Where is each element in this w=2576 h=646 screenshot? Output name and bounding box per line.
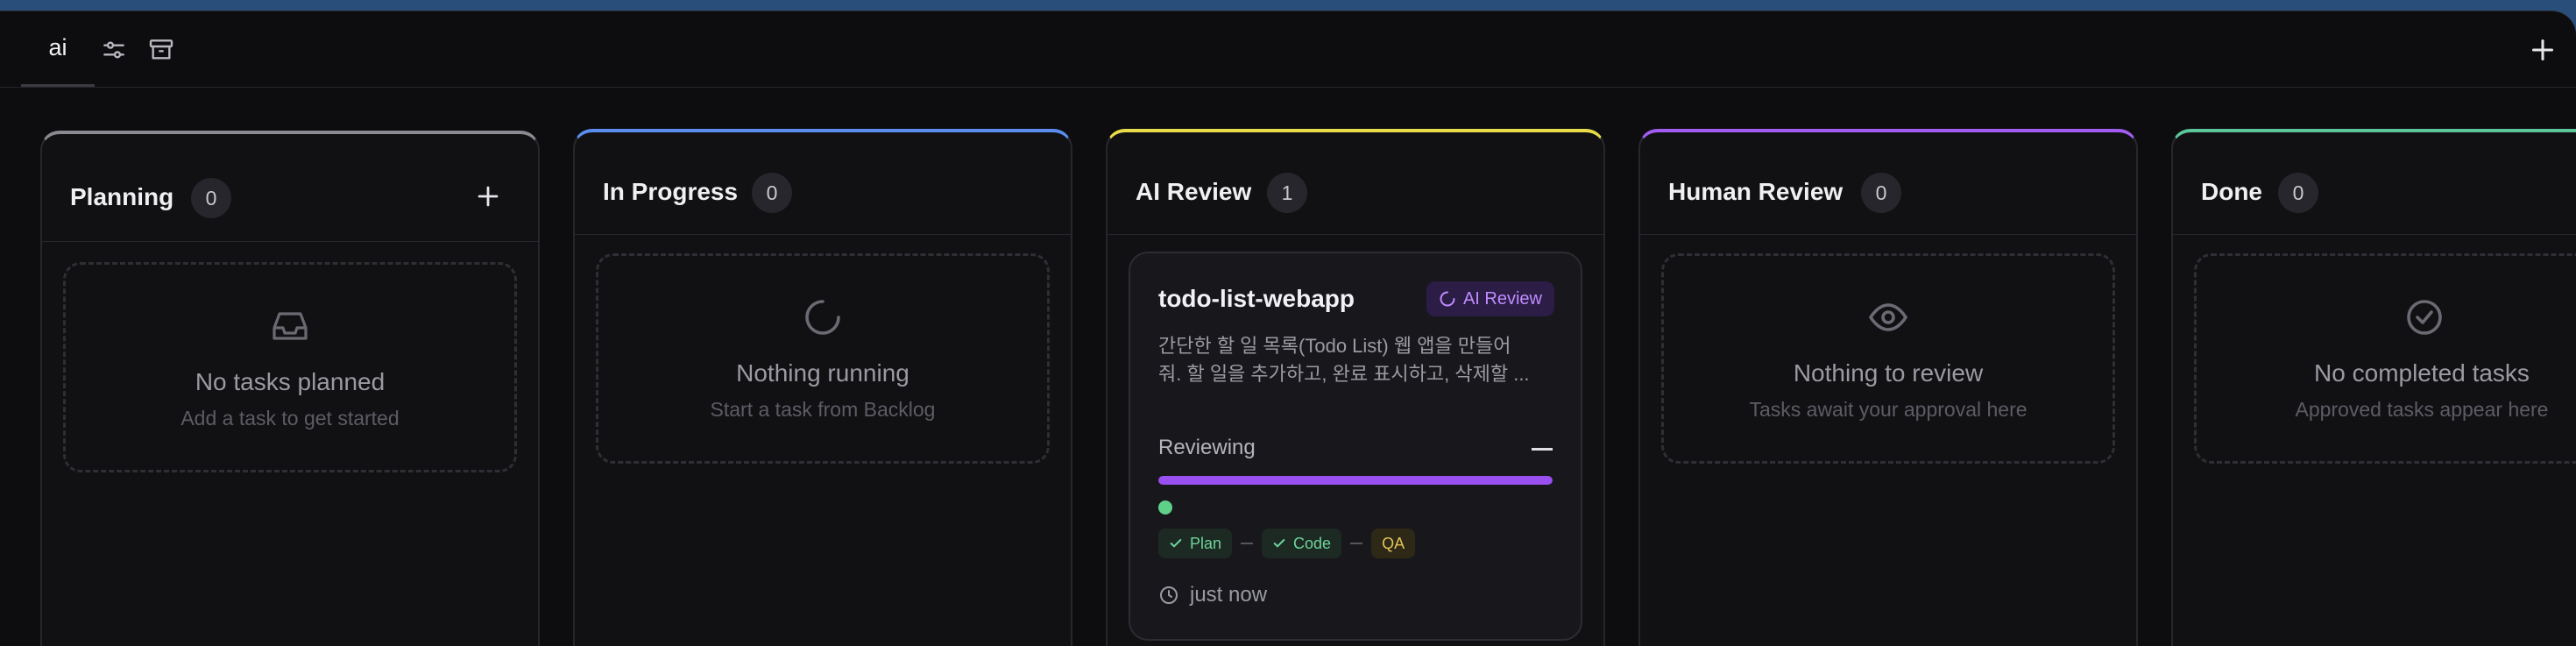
column-count-badge: 0 — [1861, 173, 1901, 213]
step-separator — [1241, 543, 1254, 544]
column-done: Done 0 No completed tasks Approved tasks… — [2171, 129, 2576, 646]
empty-state-subtitle: Tasks await your approval here — [1749, 398, 2028, 421]
step-plan: Plan — [1158, 529, 1233, 558]
column-title: Human Review — [1668, 178, 1844, 205]
plus-icon — [2532, 39, 2553, 60]
task-card[interactable]: todo-list-webapp AI Review 간단한 할 일 목록(To… — [1129, 252, 1582, 641]
check-icon — [1170, 539, 1182, 548]
empty-state-subtitle: Add a task to get started — [180, 407, 400, 429]
step-qa: QA — [1371, 529, 1416, 558]
plus-icon — [478, 186, 499, 207]
timestamp-text: just now — [1190, 583, 1268, 607]
column-header: In Progress 0 — [575, 132, 1071, 235]
pipeline-steps: Plan Code QA — [1158, 529, 1416, 558]
task-status-badge: AI Review — [1426, 281, 1554, 316]
column-title: Done — [2201, 178, 2262, 205]
app-window: ai Planning 0 No tasks planned Add a tas… — [0, 11, 2576, 646]
empty-state-subtitle: Approved tasks appear here — [2295, 398, 2549, 421]
column-header: AI Review 1 — [1108, 132, 1603, 235]
project-tab-ai[interactable]: ai — [21, 11, 95, 87]
column-title: AI Review — [1136, 178, 1252, 205]
badge-label: AI Review — [1462, 288, 1542, 309]
add-project-button[interactable] — [2527, 34, 2558, 66]
empty-state: No completed tasks Approved tasks appear… — [2194, 253, 2576, 464]
column-human-review: Human Review 0 Nothing to review Tasks a… — [1638, 129, 2138, 646]
check-circle-icon — [2403, 296, 2445, 338]
empty-state-title: No tasks planned — [195, 368, 386, 395]
task-description: 간단한 할 일 목록(Todo List) 웹 앱을 만들어 줘. 할 일을 추… — [1158, 332, 1546, 388]
eye-icon — [1867, 296, 1909, 338]
empty-state: Nothing to review Tasks await your appro… — [1661, 253, 2115, 464]
empty-state: Nothing running Start a task from Backlo… — [596, 253, 1050, 464]
empty-state-subtitle: Start a task from Backlog — [710, 398, 936, 421]
step-label: QA — [1382, 534, 1405, 552]
column-ai-review: AI Review 1 todo-list-webapp AI Review 간… — [1106, 129, 1605, 646]
step-separator — [1350, 543, 1363, 544]
column-header: Planning 0 — [42, 134, 538, 242]
column-in-progress: In Progress 0 Nothing running Start a ta… — [573, 129, 1072, 646]
empty-state-title: Nothing to review — [1793, 359, 1984, 387]
inbox-icon — [269, 305, 311, 347]
column-header: Human Review 0 — [1640, 132, 2136, 235]
sliders-icon[interactable] — [100, 36, 128, 64]
column-count-badge: 0 — [2278, 173, 2318, 213]
check-icon — [1273, 539, 1285, 548]
task-timestamp: just now — [1158, 583, 1267, 607]
empty-state-title: Nothing running — [736, 359, 909, 387]
archive-icon[interactable] — [147, 36, 175, 64]
spinner-icon — [1440, 291, 1455, 307]
step-label: Plan — [1190, 534, 1222, 552]
progress-bar — [1158, 476, 1553, 485]
progress-fill — [1158, 476, 1553, 485]
status-dot — [1158, 500, 1172, 515]
column-title: In Progress — [603, 178, 739, 205]
collapse-icon[interactable] — [1532, 448, 1553, 451]
step-label: Code — [1293, 534, 1332, 552]
empty-state-title: No completed tasks — [2314, 359, 2530, 387]
task-phase-label: Reviewing — [1158, 436, 1256, 459]
loader-icon — [802, 296, 844, 338]
top-bar: ai — [0, 11, 2576, 88]
column-title: Planning — [70, 183, 174, 210]
description-line: 줘. 할 일을 추가하고, 완료 표시하고, 삭제할 ... — [1158, 363, 1530, 385]
column-count-badge: 0 — [752, 173, 792, 213]
step-code: Code — [1262, 529, 1342, 558]
column-planning: Planning 0 No tasks planned Add a task t… — [40, 131, 540, 646]
description-line: 간단한 할 일 목록(Todo List) 웹 앱을 만들어 — [1158, 335, 1511, 357]
clock-icon — [1160, 586, 1178, 604]
column-count-badge: 0 — [191, 178, 231, 218]
add-task-button[interactable] — [473, 181, 503, 211]
column-count-badge: 1 — [1267, 173, 1307, 213]
column-header: Done 0 — [2173, 132, 2576, 235]
task-title: todo-list-webapp — [1158, 285, 1355, 312]
empty-state: No tasks planned Add a task to get start… — [63, 262, 517, 472]
